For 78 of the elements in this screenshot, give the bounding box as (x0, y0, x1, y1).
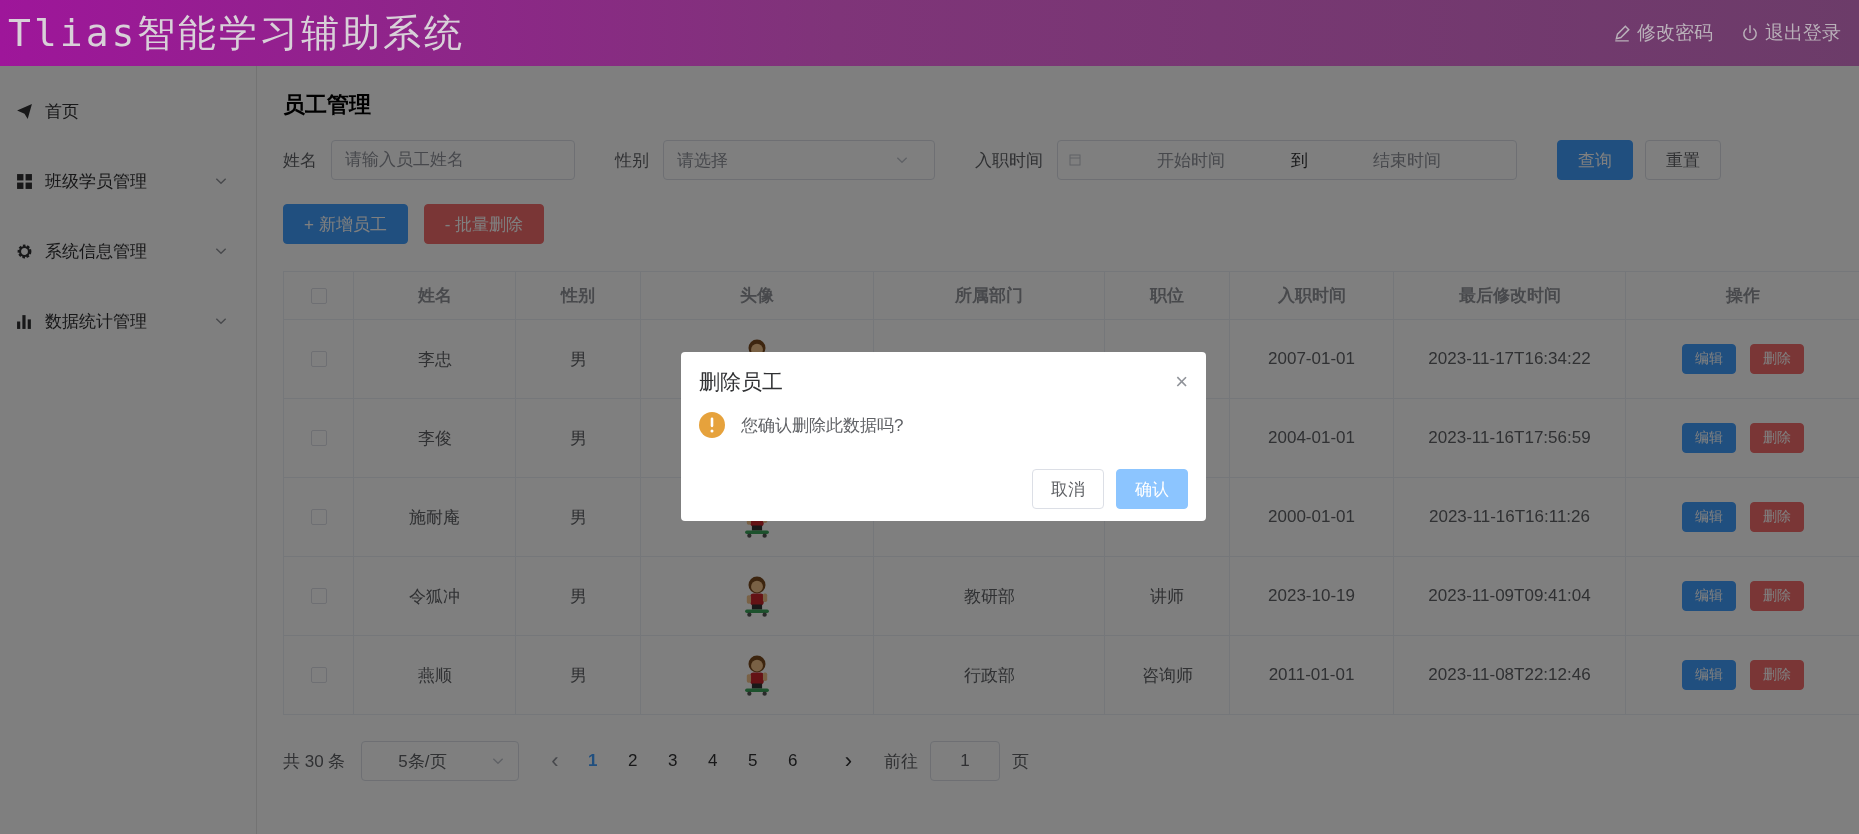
grid-icon (16, 172, 33, 190)
close-button[interactable]: × (1175, 369, 1188, 395)
table-cell-text: 男 (569, 506, 587, 529)
page-number[interactable]: 4 (692, 751, 733, 771)
page-number[interactable]: 2 (612, 751, 653, 771)
field-label: 入职时间 (975, 149, 1043, 172)
dialog-message: 您确认删除此数据吗? (741, 414, 904, 437)
page-number[interactable]: 1 (572, 751, 613, 771)
edit-button[interactable]: 编辑 (1682, 660, 1736, 690)
calendar-icon (1068, 153, 1082, 167)
action-button[interactable]: + 新增员工 (283, 204, 408, 244)
table-cell-text: 李忠 (417, 348, 452, 371)
header-link[interactable]: 修改密码 (1613, 20, 1713, 46)
table-cell-text: 男 (569, 664, 587, 687)
page-input[interactable]: 1 (930, 741, 1000, 781)
table-cell: 2023-11-17T16:34:22 (1428, 349, 1591, 369)
table-cell-text: 燕顺 (417, 664, 452, 687)
field-label: 姓名 (283, 149, 317, 172)
page-number[interactable]: 6 (772, 751, 813, 771)
table-cell: 2023-10-19 (1268, 586, 1355, 606)
menu-item[interactable]: 班级学员管理 (0, 146, 256, 216)
table-cell-text: 讲师 (1150, 585, 1184, 608)
delete-button[interactable]: 删除 (1750, 423, 1804, 453)
edit-button[interactable]: 编辑 (1682, 502, 1736, 532)
warning-icon (699, 412, 725, 438)
table-cell-text: 施耐庵 (409, 506, 460, 529)
total-count: 共 30 条 (283, 750, 346, 773)
edit-button[interactable]: 编辑 (1682, 581, 1736, 611)
page-suffix: 页 (1012, 750, 1029, 773)
goto-label: 前往 (884, 750, 918, 773)
page-number[interactable]: 3 (652, 751, 693, 771)
name-field[interactable]: 请输入员工姓名 (331, 140, 575, 180)
table-cell-text: 男 (569, 427, 587, 450)
delete-button[interactable]: 删除 (1750, 502, 1804, 532)
table-cell: 2023-11-16T16:11:26 (1429, 507, 1590, 527)
menu-item[interactable]: 系统信息管理 (0, 216, 256, 286)
filter-button[interactable]: 查询 (1557, 140, 1633, 180)
table-cell-text: 李俊 (417, 427, 452, 450)
menu-item[interactable]: 数据统计管理 (0, 286, 256, 356)
dialog-button[interactable]: 确认 (1116, 469, 1188, 509)
table-cell: 2000-01-01 (1268, 507, 1355, 527)
table-cell: 2023-11-08T22:12:46 (1428, 665, 1591, 685)
table-cell: 2004-01-01 (1268, 428, 1355, 448)
edit-button[interactable]: 编辑 (1682, 423, 1736, 453)
table-cell: 2023-11-16T17:56:59 (1428, 428, 1591, 448)
filter-button[interactable]: 重置 (1645, 140, 1721, 180)
delete-button[interactable]: 删除 (1750, 581, 1804, 611)
table-cell: 2007-01-01 (1268, 349, 1355, 369)
table-cell-text: 男 (569, 585, 587, 608)
delete-button[interactable]: 删除 (1750, 660, 1804, 690)
app-title: Tlias智能学习辅助系统 (8, 9, 466, 57)
bar-chart-icon (16, 312, 33, 330)
page-size-select[interactable]: 5条/页 (361, 741, 520, 781)
page-number[interactable]: 5 (732, 751, 773, 771)
table-cell-text: 咨询师 (1141, 664, 1193, 687)
gear-icon (16, 242, 33, 260)
table-cell-text: 男 (569, 348, 587, 371)
paper-plane-icon (16, 102, 33, 120)
dialog-title: 删除员工 (699, 369, 783, 395)
field-label: 性别 (615, 149, 649, 172)
table-cell: 2023-11-09T09:41:04 (1428, 586, 1591, 606)
table-cell-text: 令狐冲 (409, 585, 460, 608)
edit-button[interactable]: 编辑 (1682, 344, 1736, 374)
table-cell: 2011-01-01 (1268, 665, 1355, 685)
action-button[interactable]: - 批量删除 (423, 204, 545, 244)
table-cell-text: 教研部 (963, 585, 1015, 608)
menu-item[interactable]: 首页 (0, 76, 256, 146)
power-icon (1741, 24, 1759, 42)
next-page-button[interactable]: › (844, 748, 852, 774)
page-title: 员工管理 (283, 91, 372, 119)
previous-page-button[interactable]: ‹ (551, 748, 559, 774)
delete-button[interactable]: 删除 (1750, 344, 1804, 374)
header-link[interactable]: 退出登录 (1741, 20, 1841, 46)
dialog-button[interactable]: 取消 (1032, 469, 1104, 509)
date-range-field[interactable]: 开始时间 到 结束时间 (1057, 140, 1517, 180)
pencil-icon (1613, 24, 1631, 42)
table-cell-text: 行政部 (963, 664, 1015, 687)
gender-select[interactable]: 请选择 (663, 140, 935, 180)
